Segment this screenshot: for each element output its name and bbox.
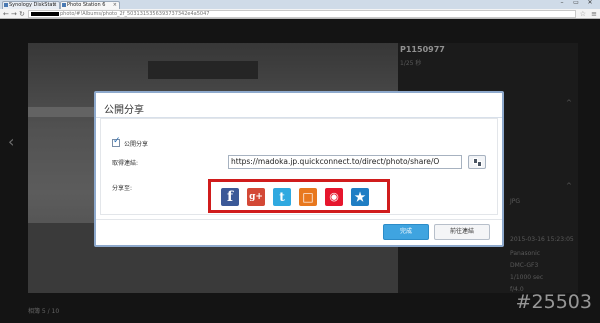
open-link-button[interactable]: 前往連結 bbox=[434, 224, 490, 240]
url-field[interactable]: photo/#!Albums/photo_2f_5031315356393737… bbox=[28, 10, 576, 18]
get-link-label: 取得連結: bbox=[112, 160, 139, 167]
checkmark-icon: ✓ bbox=[113, 136, 121, 146]
social-share-highlight: f g+ t □ ◉ ★ bbox=[208, 179, 390, 213]
browser-tab-bar: Synology DiskStati × Photo Station 6 × –… bbox=[0, 0, 600, 9]
tab-close-icon[interactable]: × bbox=[53, 2, 57, 9]
bookmark-star-icon[interactable]: ☆ bbox=[580, 10, 586, 18]
done-button[interactable]: 完成 bbox=[383, 224, 429, 240]
tab-synology-diskstation[interactable]: Synology DiskStati × bbox=[2, 1, 60, 9]
weibo-icon[interactable]: ◉ bbox=[325, 188, 343, 206]
google-plus-icon[interactable]: g+ bbox=[247, 188, 265, 206]
twitter-icon[interactable]: t bbox=[273, 188, 291, 206]
favorite-star-icon[interactable]: ★ bbox=[351, 188, 369, 206]
maximize-icon[interactable]: ▭ bbox=[570, 0, 582, 6]
back-icon[interactable]: ← bbox=[3, 10, 9, 18]
blogger-icon[interactable]: □ bbox=[299, 188, 317, 206]
footer-divider bbox=[96, 219, 502, 220]
redacted-host bbox=[31, 11, 59, 16]
close-window-icon[interactable]: ✕ bbox=[584, 0, 596, 6]
public-share-dialog: 公開分享 ✓ 公開分享 取得連結: https://madoka.jp.quic… bbox=[94, 91, 504, 247]
tab-photo-station[interactable]: Photo Station 6 × bbox=[60, 1, 120, 9]
reload-icon[interactable]: ↻ bbox=[19, 10, 25, 18]
dialog-title: 公開分享 bbox=[104, 105, 144, 116]
minimize-icon[interactable]: – bbox=[556, 0, 568, 6]
public-share-label: 公開分享 bbox=[124, 141, 149, 148]
facebook-icon[interactable]: f bbox=[221, 188, 239, 206]
browser-menu-icon[interactable]: ≡ bbox=[591, 10, 597, 18]
share-to-label: 分享至: bbox=[112, 185, 133, 192]
photo-station-favicon-icon bbox=[62, 3, 66, 7]
copy-icon bbox=[477, 161, 482, 167]
synology-favicon-icon bbox=[4, 3, 8, 7]
forward-icon[interactable]: → bbox=[11, 10, 17, 18]
tab-close-icon[interactable]: × bbox=[113, 2, 117, 9]
address-bar-row: ← → ↻ photo/#!Albums/photo_2f_5031315356… bbox=[0, 9, 600, 19]
public-share-checkbox[interactable]: ✓ bbox=[112, 136, 121, 147]
url-text: photo/#!Albums/photo_2f_5031315356393737… bbox=[60, 11, 210, 17]
tab-label: Photo Station 6 bbox=[67, 2, 106, 8]
share-link-field[interactable]: https://madoka.jp.quickconnect.to/direct… bbox=[228, 155, 462, 169]
tab-label: Synology DiskStati bbox=[9, 2, 56, 8]
copy-link-button[interactable] bbox=[468, 155, 486, 169]
